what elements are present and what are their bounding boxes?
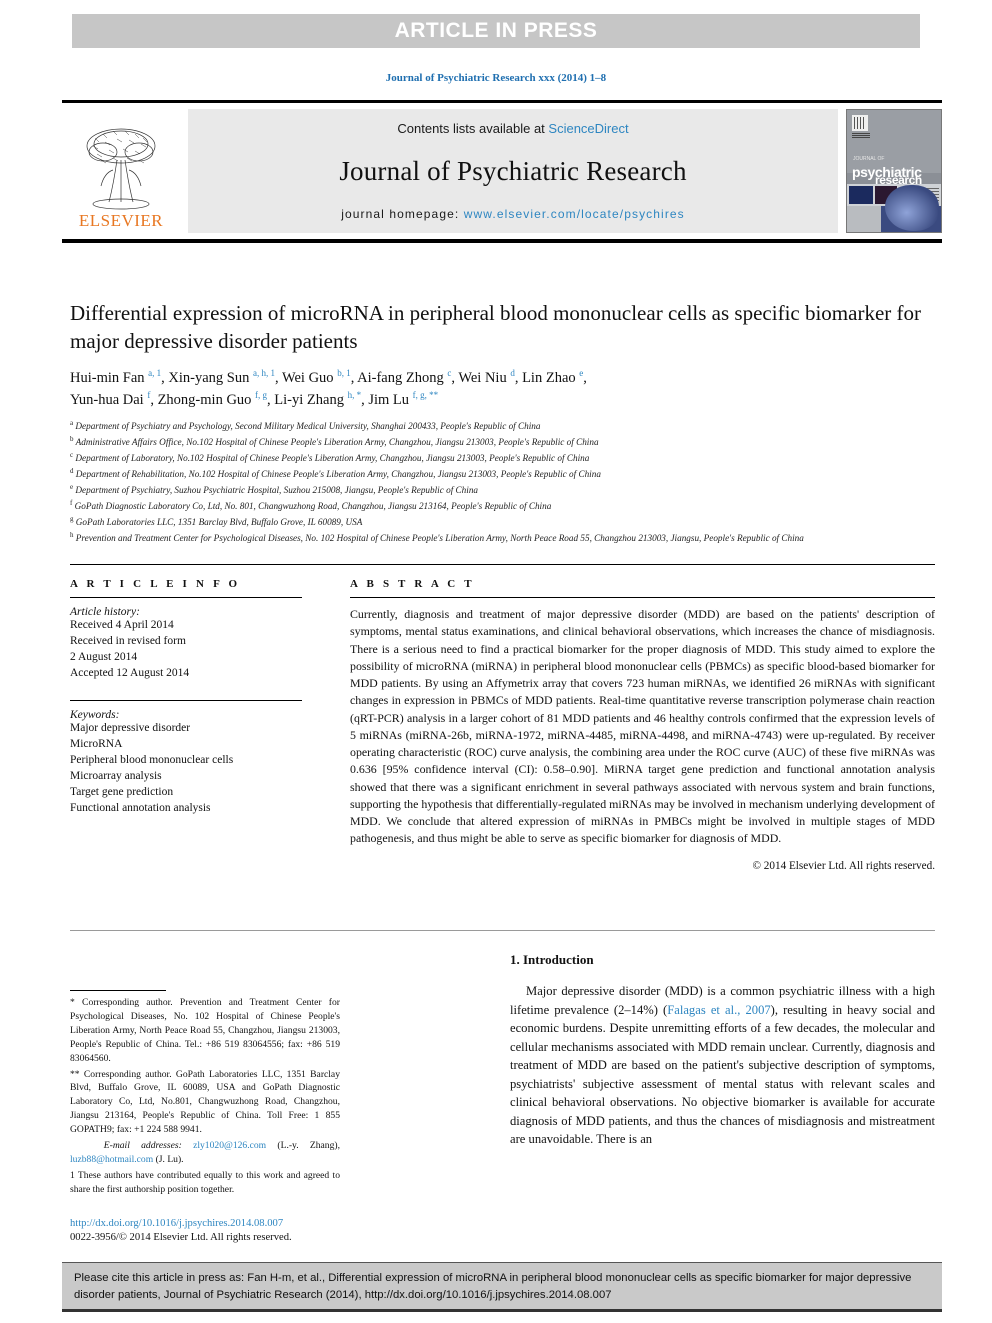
introduction-column: 1. Introduction Major depressive disorde… [510, 952, 935, 1149]
article-in-press-label: ARTICLE IN PRESS [394, 19, 598, 42]
contents-available-line: Contents lists available at ScienceDirec… [397, 121, 628, 136]
info-section-top-rule [70, 564, 935, 565]
cover-image-1 [849, 185, 873, 204]
abstract-heading: A B S T R A C T [350, 578, 475, 590]
affiliation-marker: b [70, 434, 74, 443]
journal-cover-thumbnail: JOURNAL OF psychiatric research [846, 109, 942, 233]
corresponding-author-note-2: ** Corresponding author. GoPath Laborato… [70, 1068, 340, 1136]
running-head: Journal of Psychiatric Research xxx (201… [385, 72, 607, 84]
masthead-center: Contents lists available at ScienceDirec… [188, 109, 838, 233]
citation-reference-link[interactable]: Falagas et al., 2007 [667, 1003, 770, 1017]
email-owner-2: (J. Lu). [155, 1153, 184, 1165]
title-and-authors: Differential expression of microRNA in p… [70, 300, 930, 411]
affiliation-item: e Department of Psychiatry, Suzhou Psych… [70, 482, 935, 498]
homepage-label: journal homepage: [341, 207, 464, 221]
introduction-heading: 1. Introduction [510, 952, 594, 967]
brain-illustration-icon [885, 184, 939, 231]
affiliation-item: c Department of Laboratory, No.102 Hospi… [70, 450, 935, 466]
keywords-rule [70, 700, 302, 702]
keywords-label: Keywords: [70, 709, 120, 722]
article-in-press-banner: ARTICLE IN PRESS [72, 14, 920, 48]
abstract-copyright: © 2014 Elsevier Ltd. All rights reserved… [752, 859, 936, 872]
elsevier-tree-icon [86, 128, 156, 210]
keyword-item: Functional annotation analysis [70, 801, 211, 814]
cover-bottom-gray [847, 206, 881, 232]
footnote-separator-rule [70, 990, 166, 991]
article-info-rule [70, 597, 302, 598]
sciencedirect-link[interactable]: ScienceDirect [548, 121, 628, 136]
article-history-item: Received in revised form [70, 634, 186, 647]
cover-text-lines [852, 133, 870, 138]
email-link-2[interactable]: luzb88@hotmail.com [70, 1154, 153, 1165]
journal-masthead: ELSEVIER Contents lists available at Sci… [62, 100, 942, 243]
keyword-item: MicroRNA [70, 738, 123, 751]
affiliation-marker: c [70, 450, 74, 459]
equal-contribution-note: 1 These authors have contributed equally… [70, 1169, 340, 1195]
homepage-url-link[interactable]: www.elsevier.com/locate/psychires [464, 207, 685, 221]
affiliation-marker: h [70, 530, 74, 539]
corresponding-author-note-1: * Corresponding author. Prevention and T… [70, 997, 340, 1064]
article-history-item: Accepted 12 August 2014 [70, 666, 190, 679]
affiliation-marker: g [70, 514, 74, 523]
keyword-item: Microarray analysis [70, 770, 162, 783]
journal-title: Journal of Psychiatric Research [339, 156, 687, 186]
email-owner-1: (L.-y. Zhang), [277, 1140, 340, 1152]
affiliation-text: GoPath Laboratories LLC, 1351 Barclay Bl… [75, 516, 363, 527]
affiliation-item: g GoPath Laboratories LLC, 1351 Barclay … [70, 514, 935, 530]
journal-homepage-line: journal homepage: www.elsevier.com/locat… [341, 207, 685, 221]
affiliation-item: d Department of Rehabilitation, No.102 H… [70, 466, 935, 482]
affiliation-item: b Administrative Affairs Office, No.102 … [70, 434, 935, 450]
author-line-1: Hui-min Fan a, 1, Xin-yang Sun a, h, 1, … [70, 368, 587, 387]
affiliation-text: Department of Psychiatry, Suzhou Psychia… [75, 484, 479, 495]
elsevier-wordmark: ELSEVIER [78, 211, 164, 230]
affiliation-text: Department of Rehabilitation, No.102 Hos… [75, 468, 601, 479]
article-info-column: A R T I C L E I N F O Article history: R… [70, 578, 302, 817]
footnotes-column: * Corresponding author. Prevention and T… [70, 990, 340, 1199]
abstract-column: A B S T R A C T Currently, diagnosis and… [350, 578, 935, 872]
elsevier-logo: ELSEVIER [62, 109, 180, 233]
cite-this-article-text: Please cite this article in press as: Fa… [74, 1272, 912, 1301]
doi-link[interactable]: http://dx.doi.org/10.1016/j.jpsychires.2… [70, 1218, 283, 1229]
cite-this-article-box: Please cite this article in press as: Fa… [62, 1262, 942, 1312]
intro-text-b: ), resulting in heavy social and economi… [510, 1002, 935, 1147]
abstract-rule [350, 597, 935, 598]
contents-prefix: Contents lists available at [397, 121, 549, 136]
keyword-item: Target gene prediction [70, 785, 174, 798]
affiliation-marker: f [70, 498, 73, 507]
affiliation-item: a Department of Psychiatry and Psycholog… [70, 418, 935, 434]
affiliation-item: h Prevention and Treatment Center for Ps… [70, 530, 935, 546]
affiliation-text: Prevention and Treatment Center for Psyc… [75, 532, 804, 543]
affiliation-list: a Department of Psychiatry and Psycholog… [70, 418, 935, 546]
abstract-body: Currently, diagnosis and treatment of ma… [350, 607, 935, 846]
article-info-heading: A R T I C L E I N F O [70, 578, 241, 590]
cover-kicker: JOURNAL OF [853, 156, 885, 163]
cover-publisher-icon [852, 115, 868, 131]
issn-copyright-line: 0022-3956/© 2014 Elsevier Ltd. All right… [70, 1232, 292, 1243]
paper-page: ARTICLE IN PRESS Journal of Psychiatric … [0, 0, 992, 1323]
abstract-bottom-rule [70, 930, 935, 931]
affiliation-item: f GoPath Diagnostic Laboratory Co, Ltd, … [70, 498, 935, 514]
article-history-label: Article history: [70, 606, 140, 618]
keyword-item: Major depressive disorder [70, 722, 191, 735]
affiliation-marker: a [70, 419, 74, 427]
article-history-item: 2 August 2014 [70, 650, 138, 663]
affiliation-marker: e [70, 482, 74, 491]
affiliation-text: Department of Psychiatry and Psychology,… [75, 421, 541, 432]
article-history-item: Received 4 April 2014 [70, 619, 174, 631]
email-addresses-note: E-mail addresses: zly1020@126.com (L.-y.… [70, 1139, 340, 1167]
author-list: Hui-min Fan a, 1, Xin-yang Sun a, h, 1, … [70, 367, 930, 411]
affiliation-marker: d [70, 466, 74, 475]
affiliation-text: Administrative Affairs Office, No.102 Ho… [75, 437, 599, 448]
email-link-1[interactable]: zly1020@126.com [193, 1140, 266, 1151]
introduction-paragraph: Major depressive disorder (MDD) is a com… [510, 982, 935, 1149]
affiliation-text: GoPath Diagnostic Laboratory Co, Ltd, No… [74, 500, 552, 511]
author-line-2: Yun-hua Dai f, Zhong-min Guo f, g, Li-yi… [70, 390, 439, 409]
page-title: Differential expression of microRNA in p… [70, 301, 922, 353]
keyword-item: Peripheral blood mononuclear cells [70, 754, 234, 767]
affiliation-text: Department of Laboratory, No.102 Hospita… [75, 453, 590, 463]
email-label: E-mail addresses: [103, 1140, 182, 1152]
